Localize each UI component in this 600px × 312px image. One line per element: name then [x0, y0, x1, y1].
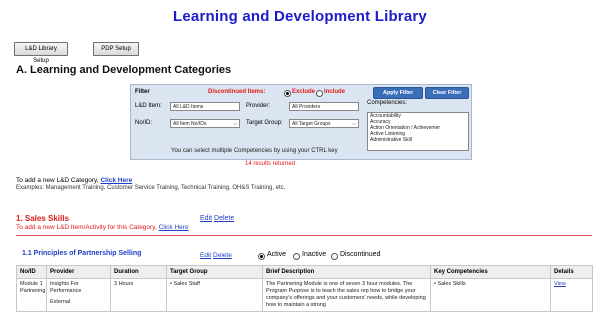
target-group-select-value: All Target Groups: [292, 121, 331, 127]
no-id-label: No/ID:: [135, 120, 153, 126]
item-heading: 1.1 Principles of Partnership Selling: [22, 250, 142, 257]
category-divider: [16, 235, 592, 236]
apply-filter-button[interactable]: Apply Filter: [373, 87, 423, 99]
include-radio[interactable]: [316, 90, 323, 97]
column-header: Brief Description: [262, 265, 431, 279]
provider-input[interactable]: All Providers: [289, 102, 359, 111]
add-item-line: To add a new L&D Item/Activity for this …: [16, 224, 189, 231]
clear-filter-button[interactable]: Clear Filter: [425, 87, 469, 99]
provider-name: Insights For Performance: [50, 281, 82, 294]
category-heading: 1. Sales Skills: [16, 214, 69, 223]
status-active-radio[interactable]: [258, 253, 265, 260]
status-discontinued-radio[interactable]: [331, 253, 338, 260]
chevron-down-icon: ⌵: [352, 121, 356, 127]
exclude-label: Exclude: [292, 89, 316, 95]
table-header-row: No/ID Provider Duration Target Group Bri…: [16, 265, 593, 279]
include-label: Include: [324, 89, 346, 95]
provider-type: External: [50, 299, 71, 305]
add-item-text: To add a new L&D Item/Activity for this …: [16, 224, 157, 231]
pdp-setup-button[interactable]: PDP Setup: [93, 42, 139, 56]
category-actions: Edit Delete: [200, 215, 234, 222]
cell-description: The Partnering Module is one of seven 3 …: [262, 278, 431, 312]
ld-library-setup-button[interactable]: L&D Library Setup: [14, 42, 68, 64]
column-header: Key Competencies: [430, 265, 551, 279]
target-group-select[interactable]: All Target Groups ⌵: [289, 119, 359, 128]
add-category-link[interactable]: Click Here: [100, 177, 132, 184]
table-row: Module 1 Partnering Insights For Perform…: [16, 278, 593, 312]
filter-title: Filter: [135, 89, 150, 95]
section-heading: A. Learning and Development Categories: [16, 64, 232, 76]
category-delete-link[interactable]: Delete: [214, 215, 234, 222]
no-id-select-value: All Item No/IDs: [173, 121, 207, 127]
results-count: 14 results returned: [244, 161, 296, 167]
item-actions: Edit Delete: [200, 252, 232, 259]
page-title: Learning and Development Library: [173, 8, 427, 25]
discontinued-items-label: Discontinued Items:: [208, 89, 266, 95]
cell-target-group: • Sales Staff: [166, 278, 263, 312]
cell-competencies: • Sales Skills: [430, 278, 551, 312]
chevron-down-icon: ⌵: [233, 121, 237, 127]
filter-hint: You can select multiple Competencies by …: [171, 148, 338, 154]
competency-option[interactable]: Administrative Skill: [368, 137, 468, 143]
add-item-link[interactable]: Click Here: [159, 224, 189, 231]
status-inactive-label: Inactive: [302, 251, 327, 258]
exclude-radio[interactable]: [284, 90, 291, 97]
provider-label: Provider:: [246, 103, 271, 109]
cell-no-id: Module 1 Partnering: [16, 278, 47, 312]
items-table: No/ID Provider Duration Target Group Bri…: [16, 265, 593, 312]
category-examples: Examples: Management Training, Customer …: [16, 185, 286, 191]
competencies-label: Competencies:: [367, 100, 408, 106]
target-group-label: Target Group:: [246, 120, 283, 126]
status-inactive-radio[interactable]: [293, 253, 300, 260]
add-category-text: To add a new L&D Category,: [16, 177, 99, 184]
ld-item-input[interactable]: All L&D Items: [170, 102, 240, 111]
cell-details: View: [550, 278, 593, 312]
column-header: Provider: [46, 265, 111, 279]
column-header: No/ID: [16, 265, 47, 279]
no-id-select[interactable]: All Item No/IDs ⌵: [170, 119, 240, 128]
cell-duration: 3 Hours: [110, 278, 167, 312]
column-header: Duration: [110, 265, 167, 279]
category-edit-link[interactable]: Edit: [200, 215, 212, 222]
competencies-listbox[interactable]: Accountability Accuracy Action Orientati…: [367, 112, 469, 151]
status-discontinued-label: Discontinued: [340, 251, 381, 258]
filter-panel: Filter Discontinued Items: Exclude Inclu…: [130, 84, 472, 160]
column-header: Target Group: [166, 265, 263, 279]
item-delete-link[interactable]: Delete: [213, 252, 232, 259]
status-active-label: Active: [267, 251, 287, 258]
ld-item-label: L&D Item:: [135, 103, 162, 109]
column-header: Details: [550, 265, 593, 279]
item-edit-link[interactable]: Edit: [200, 252, 211, 259]
cell-provider: Insights For Performance External: [46, 278, 111, 312]
view-details-link[interactable]: View: [554, 281, 566, 287]
add-category-line: To add a new L&D Category, Click Here: [16, 177, 132, 184]
